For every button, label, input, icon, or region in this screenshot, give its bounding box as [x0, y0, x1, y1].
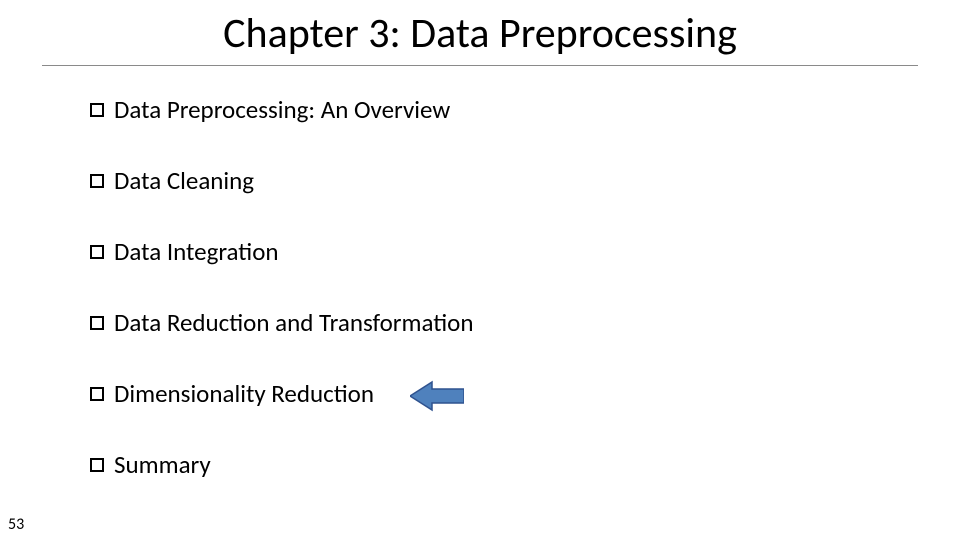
left-arrow-icon [410, 380, 464, 412]
list-item: Data Cleaning [90, 165, 960, 196]
square-bullet-icon [90, 316, 104, 330]
square-bullet-icon [90, 458, 104, 472]
list-item: Dimensionality Reduction [90, 378, 960, 409]
square-bullet-icon [90, 103, 104, 117]
list-item: Data Integration [90, 236, 960, 267]
list-item-label: Data Integration [114, 236, 279, 267]
list-item: Data Preprocessing: An Overview [90, 94, 960, 125]
list-item: Summary [90, 449, 960, 480]
square-bullet-icon [90, 174, 104, 188]
list-item-label: Summary [114, 449, 211, 480]
slide-title: Chapter 3: Data Preprocessing [0, 0, 960, 65]
bullet-list: Data Preprocessing: An Overview Data Cle… [0, 66, 960, 480]
list-item-label: Data Reduction and Transformation [114, 307, 474, 338]
square-bullet-icon [90, 387, 104, 401]
list-item-label: Dimensionality Reduction [114, 378, 374, 409]
square-bullet-icon [90, 245, 104, 259]
page-number: 53 [8, 515, 24, 534]
list-item: Data Reduction and Transformation [90, 307, 960, 338]
list-item-label: Data Preprocessing: An Overview [114, 94, 450, 125]
list-item-label: Data Cleaning [114, 165, 254, 196]
